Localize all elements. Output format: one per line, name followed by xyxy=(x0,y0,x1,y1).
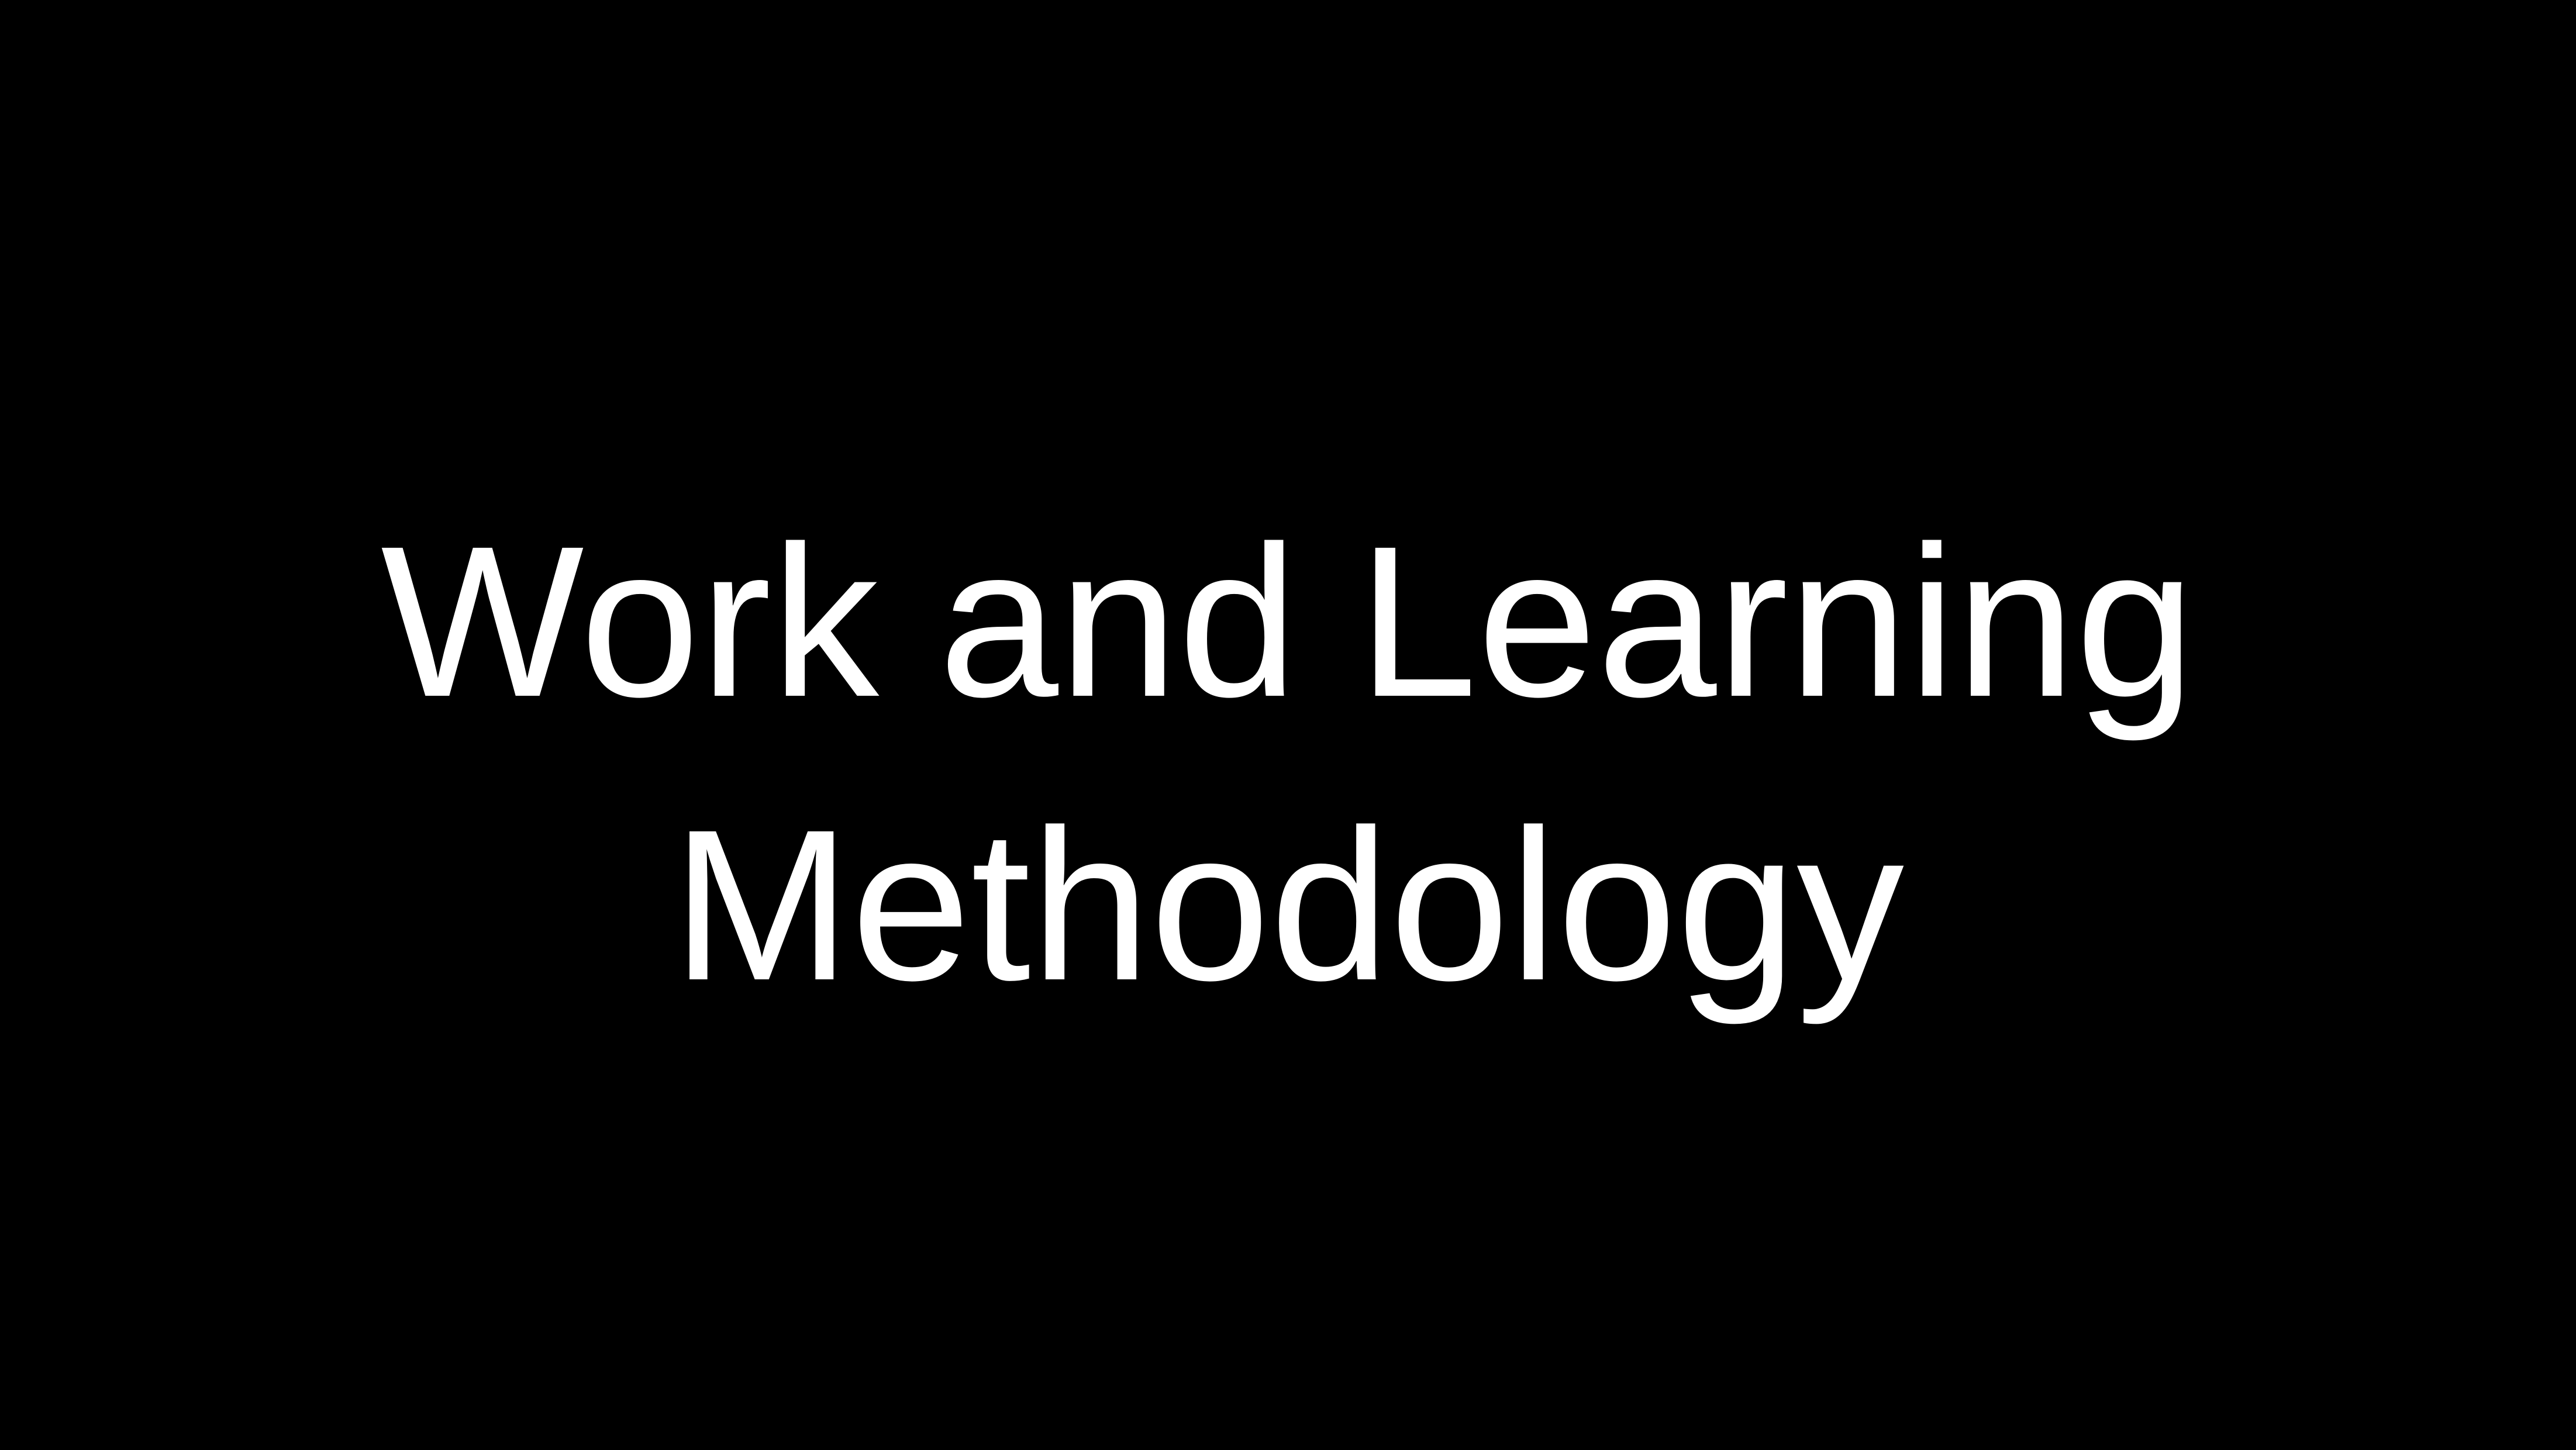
slide-title-line-1: Work and Learning xyxy=(381,501,2195,741)
slide-title-line-2: Methodology xyxy=(671,785,1905,1025)
title-slide: Work and Learning Methodology xyxy=(0,0,2576,1450)
slide-title: Work and Learning Methodology xyxy=(0,479,2576,1047)
